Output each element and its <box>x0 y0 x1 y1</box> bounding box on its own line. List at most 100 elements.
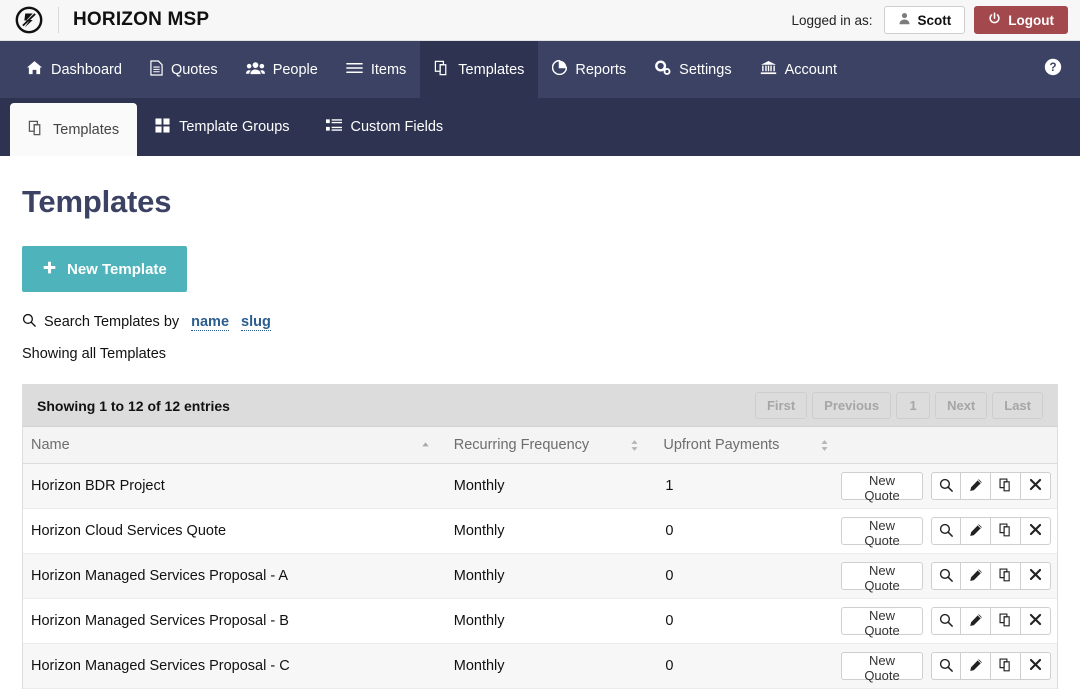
copy-icon <box>998 477 1013 495</box>
subnav-label: Custom Fields <box>350 119 444 135</box>
sort-both-icon <box>620 439 639 452</box>
user-icon <box>898 12 911 28</box>
table-row[interactable]: Horizon Managed Services Proposal - A Mo… <box>23 553 1057 599</box>
pagination-page-1[interactable]: 1 <box>896 392 931 419</box>
list-ul-icon <box>325 118 342 136</box>
entries-count-label: Showing 1 to 12 of 12 entries <box>37 397 230 414</box>
power-icon <box>988 12 1001 28</box>
nav-item-reports[interactable]: Reports <box>538 41 640 98</box>
table-row[interactable]: Horizon BDR Project Monthly 1 New Quote <box>23 463 1057 509</box>
search-by-name-link[interactable]: name <box>191 314 230 331</box>
delete-button[interactable] <box>1021 562 1051 590</box>
new-quote-button[interactable]: New Quote <box>841 607 923 638</box>
edit-button[interactable] <box>961 607 991 635</box>
brand-divider <box>58 7 59 33</box>
plus-icon <box>42 260 57 279</box>
nav-item-people[interactable]: People <box>232 41 332 98</box>
edit-button[interactable] <box>961 562 991 590</box>
cell-actions: New Quote <box>841 508 1057 554</box>
nav-item-items[interactable]: Items <box>332 41 420 98</box>
table-row[interactable]: Horizon Managed Services Proposal - C Mo… <box>23 643 1057 689</box>
view-button[interactable] <box>931 517 961 545</box>
logout-button[interactable]: Logout <box>974 6 1068 34</box>
new-quote-button[interactable]: New Quote <box>841 517 923 548</box>
table-row[interactable]: Horizon Managed Services Proposal - B Mo… <box>23 598 1057 644</box>
view-button[interactable] <box>931 652 961 680</box>
row-actions: New Quote <box>841 562 1051 593</box>
new-template-button[interactable]: New Template <box>22 246 187 292</box>
pagination-first[interactable]: First <box>754 392 808 419</box>
help-button[interactable]: ? <box>1026 41 1080 98</box>
duplicate-button[interactable] <box>991 652 1021 680</box>
edit-button[interactable] <box>961 472 991 500</box>
close-x-icon <box>1029 568 1042 584</box>
delete-button[interactable] <box>1021 652 1051 680</box>
nav-item-quotes[interactable]: Quotes <box>136 41 232 98</box>
brand[interactable]: HORIZON MSP <box>14 5 209 35</box>
copy-icon <box>998 657 1013 675</box>
cell-recurring-frequency: Monthly <box>441 598 652 644</box>
search-by-slug-link[interactable]: slug <box>241 314 271 331</box>
delete-button[interactable] <box>1021 472 1051 500</box>
edit-button[interactable] <box>961 652 991 680</box>
nav-label: Account <box>784 61 837 78</box>
pagination-previous[interactable]: Previous <box>812 392 892 419</box>
pencil-icon <box>969 523 983 540</box>
nav-item-templates[interactable]: Templates <box>420 41 539 98</box>
column-header-recurring-frequency[interactable]: Recurring Frequency <box>441 427 652 464</box>
cell-actions: New Quote <box>841 598 1057 644</box>
duplicate-button[interactable] <box>991 472 1021 500</box>
duplicate-button[interactable] <box>991 517 1021 545</box>
nav-label: Dashboard <box>51 61 122 78</box>
subnav-item-custom-fields[interactable]: Custom Fields <box>308 98 462 156</box>
nav-label: Settings <box>679 61 732 78</box>
duplicate-button[interactable] <box>991 607 1021 635</box>
pagination-next[interactable]: Next <box>935 392 988 419</box>
edit-button[interactable] <box>961 517 991 545</box>
column-label: Name <box>31 437 70 453</box>
row-action-group <box>931 607 1051 635</box>
nav-label: Templates <box>458 61 525 78</box>
brand-name: HORIZON MSP <box>73 9 210 30</box>
new-quote-button[interactable]: New Quote <box>841 472 923 503</box>
view-button[interactable] <box>931 472 961 500</box>
cell-recurring-frequency: Monthly <box>441 508 652 554</box>
nav-label: People <box>272 61 318 78</box>
cell-upfront-payments: 0 <box>651 553 842 599</box>
subnav-item-template-groups[interactable]: Template Groups <box>137 98 307 156</box>
view-button[interactable] <box>931 562 961 590</box>
nav-item-dashboard[interactable]: Dashboard <box>12 41 136 98</box>
pencil-icon <box>969 613 983 630</box>
duplicate-button[interactable] <box>991 562 1021 590</box>
grid-icon <box>155 117 170 137</box>
cell-upfront-payments: 1 <box>651 463 842 509</box>
column-header-upfront-payments[interactable]: Upfront Payments <box>651 427 842 464</box>
cell-actions: New Quote <box>841 553 1057 599</box>
new-quote-button[interactable]: New Quote <box>841 652 923 683</box>
user-name: Scott <box>917 12 952 28</box>
column-header-name[interactable]: Name <box>23 427 442 464</box>
nav-label: Reports <box>575 61 627 78</box>
row-actions: New Quote <box>841 652 1051 683</box>
pie-chart-icon <box>552 59 568 79</box>
subnav-item-templates[interactable]: Templates <box>10 103 138 156</box>
sort-both-icon <box>810 439 829 452</box>
nav-item-account[interactable]: Account <box>746 41 851 98</box>
nav-item-settings[interactable]: Settings <box>640 41 745 98</box>
pagination-last[interactable]: Last <box>992 392 1043 419</box>
topbar-right: Logged in as: Scott Logout <box>791 6 1068 34</box>
delete-button[interactable] <box>1021 607 1051 635</box>
row-action-group <box>931 652 1051 680</box>
search-icon <box>22 313 36 331</box>
page-title: Templates <box>22 184 172 219</box>
templates-icon <box>434 60 450 80</box>
table-row[interactable]: Horizon Cloud Services Quote Monthly 0 N… <box>23 508 1057 554</box>
cell-name: Horizon Cloud Services Quote <box>23 508 442 554</box>
search-icon <box>939 523 953 540</box>
templates-table-card: Showing 1 to 12 of 12 entries First Prev… <box>22 384 1058 689</box>
user-button[interactable]: Scott <box>883 6 966 34</box>
new-quote-button[interactable]: New Quote <box>841 562 923 593</box>
delete-button[interactable] <box>1021 517 1051 545</box>
view-button[interactable] <box>931 607 961 635</box>
cell-name: Horizon Managed Services Proposal - A <box>23 553 442 599</box>
